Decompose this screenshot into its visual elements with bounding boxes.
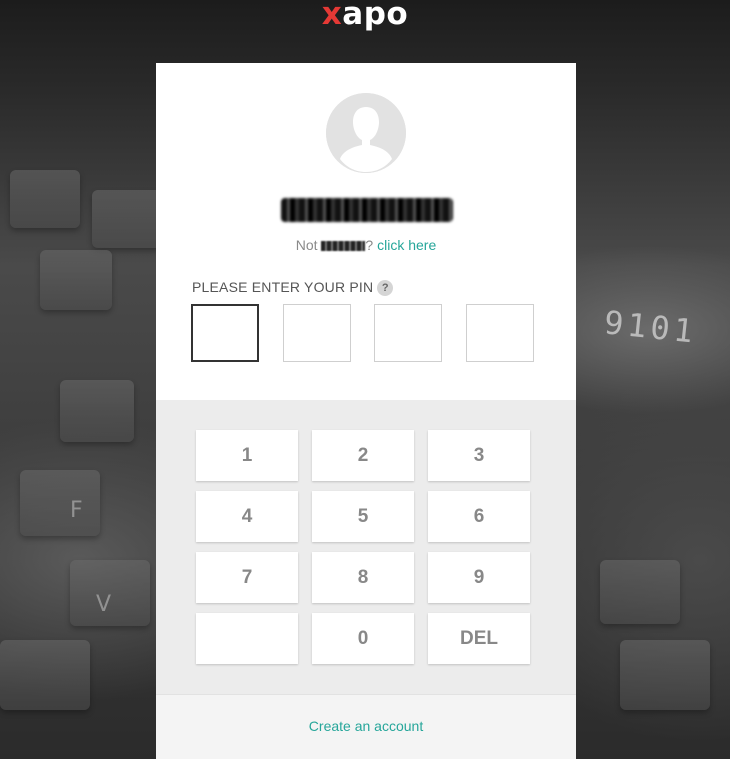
create-account-link[interactable]: Create an account: [309, 718, 423, 734]
bg-card-number: 9101: [602, 303, 699, 351]
pin-login-panel: ████████████ Not █████? click here PLEAS…: [156, 63, 576, 759]
not-you-line: Not █████? click here: [156, 237, 576, 253]
not-suffix: ?: [365, 237, 378, 253]
bg-keyboard-key: [40, 250, 112, 310]
bg-keyboard-key: [600, 560, 680, 624]
username-redacted: ████████████: [281, 198, 453, 222]
help-icon[interactable]: ?: [377, 280, 394, 296]
key-4[interactable]: 4: [196, 491, 298, 542]
xapo-logo: xapo: [0, 0, 730, 32]
bg-keyboard-key: [620, 640, 710, 710]
key-0[interactable]: 0: [312, 613, 414, 664]
keypad: 1 2 3 4 5 6 7 8 9 0 DEL: [156, 400, 576, 694]
bg-key-letter: F: [70, 498, 83, 523]
key-2[interactable]: 2: [312, 430, 414, 481]
user-silhouette-icon: [326, 93, 406, 173]
pin-digit-4[interactable]: [466, 304, 534, 362]
bg-key-letter: V: [96, 592, 112, 617]
switch-user-link[interactable]: click here: [377, 237, 436, 253]
key-7[interactable]: 7: [196, 552, 298, 603]
key-3[interactable]: 3: [428, 430, 530, 481]
pin-digit-3[interactable]: [374, 304, 442, 362]
not-name-redacted: █████: [321, 241, 366, 252]
key-delete[interactable]: DEL: [428, 613, 530, 664]
bg-keyboard-key: [92, 190, 162, 248]
footer: Create an account: [156, 694, 576, 759]
bg-keyboard-key: [60, 380, 134, 442]
logo-text: apo: [342, 0, 409, 32]
bg-keyboard-key: [0, 640, 90, 710]
bg-keyboard-key: [20, 470, 100, 536]
key-8[interactable]: 8: [312, 552, 414, 603]
pin-label-text: PLEASE ENTER YOUR PIN: [192, 279, 374, 295]
key-blank: [196, 613, 298, 664]
avatar: [326, 93, 406, 173]
key-5[interactable]: 5: [312, 491, 414, 542]
not-prefix: Not: [295, 237, 322, 253]
pin-digit-1[interactable]: [191, 304, 259, 362]
key-6[interactable]: 6: [428, 491, 530, 542]
key-9[interactable]: 9: [428, 552, 530, 603]
key-1[interactable]: 1: [196, 430, 298, 481]
bg-keyboard-key: [10, 170, 80, 228]
pin-label: PLEASE ENTER YOUR PIN?: [192, 279, 394, 296]
logo-x: x: [321, 0, 343, 32]
pin-digit-2[interactable]: [283, 304, 351, 362]
